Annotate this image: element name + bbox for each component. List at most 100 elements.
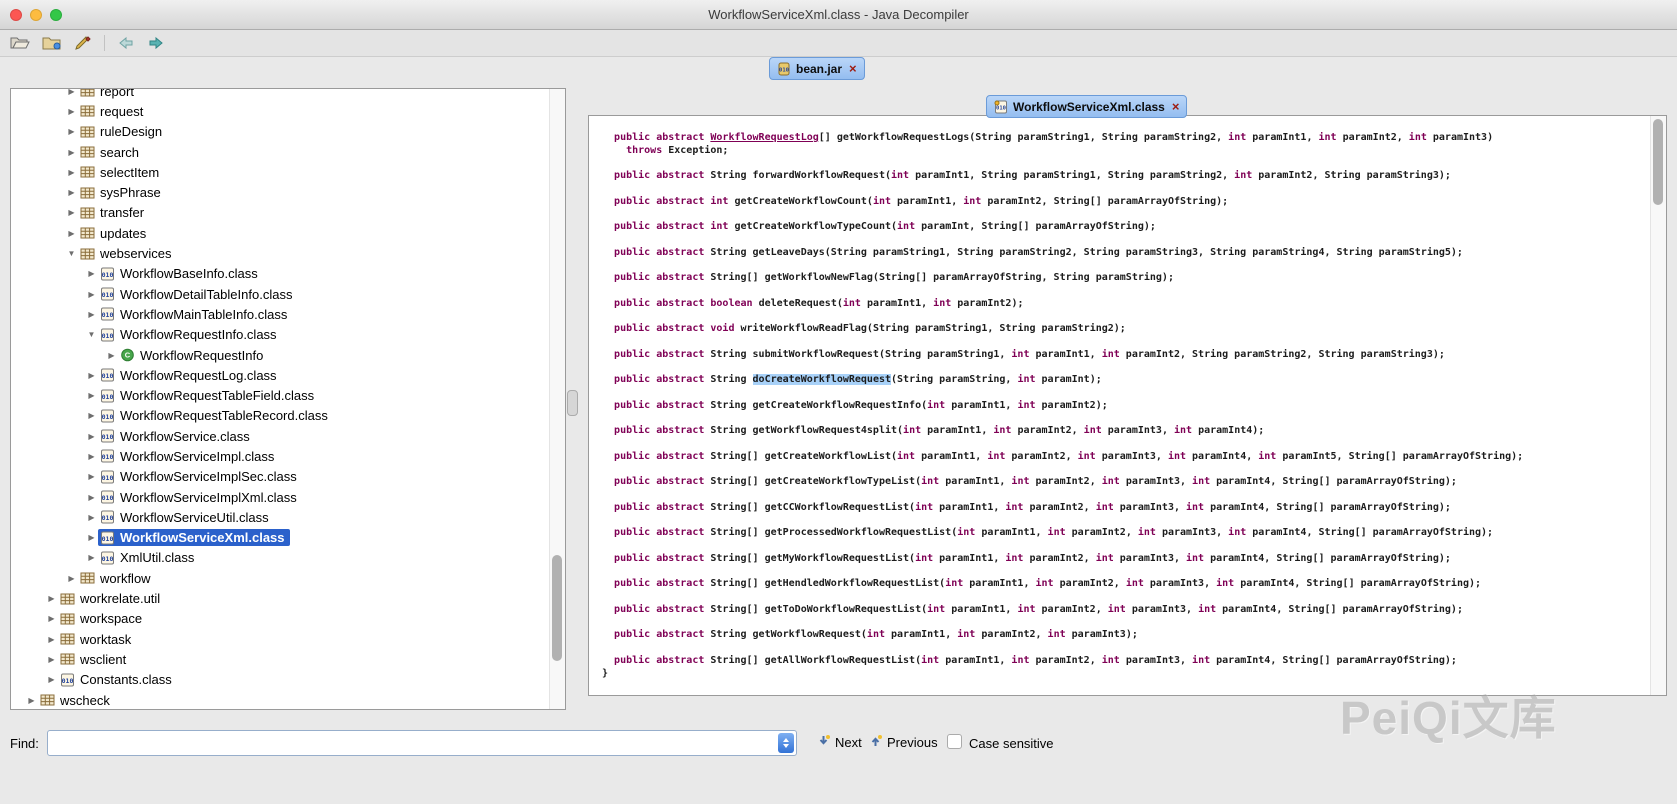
expand-arrow-icon[interactable]: ▶ xyxy=(45,675,58,684)
expand-arrow-icon[interactable]: ▶ xyxy=(85,533,98,542)
expand-arrow-icon[interactable]: ▶ xyxy=(85,371,98,380)
expand-arrow-icon[interactable]: ▶ xyxy=(65,574,78,583)
expand-arrow-icon[interactable]: ▶ xyxy=(45,594,58,603)
expand-arrow-icon[interactable]: ▶ xyxy=(65,229,78,238)
panel-splitter-handle[interactable] xyxy=(567,390,578,416)
tree-item-selectitem[interactable]: ▶selectItem xyxy=(11,162,565,182)
tree-item-workflowserviceimplsec-class[interactable]: ▶010WorkflowServiceImplSec.class xyxy=(11,467,565,487)
find-previous-button[interactable]: Previous xyxy=(869,734,938,751)
expand-arrow-icon[interactable]: ▶ xyxy=(65,107,78,116)
code-token: int xyxy=(1102,476,1120,487)
expand-arrow-icon[interactable]: ▶ xyxy=(85,452,98,461)
code-scrollbar-thumb[interactable] xyxy=(1653,119,1663,205)
open-type-icon[interactable] xyxy=(42,35,62,51)
expand-arrow-icon[interactable]: ▶ xyxy=(45,635,58,644)
expand-arrow-icon[interactable]: ▶ xyxy=(85,493,98,502)
find-history-stepper-icon[interactable] xyxy=(778,733,794,753)
expand-arrow-icon[interactable]: ▶ xyxy=(65,127,78,136)
expand-arrow-icon[interactable]: ▶ xyxy=(85,310,98,319)
tree-item-workflow[interactable]: ▶workflow xyxy=(11,568,565,588)
tree-item-workflowrequestinfo[interactable]: ▶CWorkflowRequestInfo xyxy=(11,345,565,365)
expand-arrow-icon[interactable]: ▶ xyxy=(105,351,118,360)
tree-item-workflowrequesttablefield-class[interactable]: ▶010WorkflowRequestTableField.class xyxy=(11,385,565,405)
code-line: public abstract String doCreateWorkflowR… xyxy=(602,374,1644,387)
expand-arrow-icon[interactable]: ▶ xyxy=(85,513,98,522)
tab-workflowservicexml-class[interactable]: 010 WorkflowServiceXml.class × xyxy=(986,95,1187,118)
expand-arrow-icon[interactable]: ▶ xyxy=(85,553,98,562)
code-token: int xyxy=(1096,502,1114,513)
tree-item-ruledesign[interactable]: ▶ruleDesign xyxy=(11,122,565,142)
classfile-icon: 010 xyxy=(100,551,115,565)
tree-item-search[interactable]: ▶ search xyxy=(11,142,565,162)
expand-arrow-icon[interactable]: ▶ xyxy=(65,148,78,157)
close-tab-icon[interactable]: × xyxy=(1172,99,1180,114)
find-input[interactable] xyxy=(52,732,768,756)
tree-item-label: search xyxy=(100,145,139,160)
expand-arrow-icon[interactable]: ▶ xyxy=(85,432,98,441)
expand-arrow-icon[interactable]: ▶ xyxy=(65,188,78,197)
collapse-arrow-icon[interactable]: ▼ xyxy=(65,249,78,258)
tree-scrollbar[interactable] xyxy=(549,89,565,709)
case-sensitive-checkbox[interactable] xyxy=(947,734,962,749)
tree-item-workflowbaseinfo-class[interactable]: ▶010WorkflowBaseInfo.class xyxy=(11,264,565,284)
tree-item-updates[interactable]: ▶updates xyxy=(11,223,565,243)
tree-item-workflowrequestinfo-class[interactable]: ▼010WorkflowRequestInfo.class xyxy=(11,325,565,345)
forward-icon[interactable] xyxy=(147,36,165,50)
tree-item-wscheck[interactable]: ▶wscheck xyxy=(11,690,565,710)
back-icon[interactable] xyxy=(117,36,135,50)
tree-item-request[interactable]: ▶request xyxy=(11,101,565,121)
expand-arrow-icon[interactable]: ▶ xyxy=(45,614,58,623)
tree-item-label: report xyxy=(100,88,134,99)
expand-arrow-icon[interactable]: ▶ xyxy=(45,655,58,664)
tree-item-report[interactable]: ▶ report xyxy=(11,88,565,101)
package-icon xyxy=(40,693,55,707)
tree-scrollbar-thumb[interactable] xyxy=(552,555,562,661)
tree-item-webservices[interactable]: ▼webservices xyxy=(11,243,565,263)
expand-arrow-icon[interactable]: ▶ xyxy=(65,88,78,96)
class-link[interactable]: WorkflowRequestLog xyxy=(710,132,818,143)
tree-item-workflowmaintableinfo-class[interactable]: ▶010WorkflowMainTableInfo.class xyxy=(11,304,565,324)
tree-item-workspace[interactable]: ▶ workspace xyxy=(11,609,565,629)
tree-item-workflowservicexml-class[interactable]: ▶010WorkflowServiceXml.class xyxy=(11,528,565,548)
minimize-window-button[interactable] xyxy=(30,9,42,21)
tree-item-workflowrequesttablerecord-class[interactable]: ▶010WorkflowRequestTableRecord.class xyxy=(11,406,565,426)
tree-item-xmlutil-class[interactable]: ▶010XmlUtil.class xyxy=(11,548,565,568)
search-highlight: doCreateWorkflowRequest xyxy=(753,374,891,385)
expand-arrow-icon[interactable]: ▶ xyxy=(65,168,78,177)
tree-item-workrelate-util[interactable]: ▶workrelate.util xyxy=(11,588,565,608)
expand-arrow-icon[interactable]: ▶ xyxy=(85,411,98,420)
search-icon[interactable] xyxy=(74,35,92,51)
tree-item-transfer[interactable]: ▶transfer xyxy=(11,203,565,223)
tab-bean-jar[interactable]: 010 bean.jar × xyxy=(769,57,865,80)
zoom-window-button[interactable] xyxy=(50,9,62,21)
expand-arrow-icon[interactable]: ▶ xyxy=(85,472,98,481)
close-window-button[interactable] xyxy=(10,9,22,21)
tree-item-wsclient[interactable]: ▶wsclient xyxy=(11,649,565,669)
tree-item-workflowserviceimpl-class[interactable]: ▶010WorkflowServiceImpl.class xyxy=(11,446,565,466)
tree-item-constants-class[interactable]: ▶010Constants.class xyxy=(11,670,565,690)
code-token: public abstract xyxy=(614,476,704,487)
expand-arrow-icon[interactable]: ▶ xyxy=(85,269,98,278)
tree-item-sysphrase[interactable]: ▶sysPhrase xyxy=(11,182,565,202)
expand-arrow-icon[interactable]: ▶ xyxy=(85,391,98,400)
code-token: String[] getCreateWorkflowTypeList( xyxy=(704,476,921,487)
expand-arrow-icon[interactable]: ▶ xyxy=(85,290,98,299)
code-scrollbar[interactable] xyxy=(1650,116,1666,695)
tree-item-worktask[interactable]: ▶worktask xyxy=(11,629,565,649)
expand-arrow-icon[interactable]: ▶ xyxy=(65,208,78,217)
open-file-icon[interactable] xyxy=(10,35,30,51)
expand-arrow-icon[interactable]: ▶ xyxy=(25,696,38,705)
tree-item-workflowrequestlog-class[interactable]: ▶010WorkflowRequestLog.class xyxy=(11,365,565,385)
svg-text:010: 010 xyxy=(102,332,114,340)
tree-item-workflowdetailtableinfo-class[interactable]: ▶010WorkflowDetailTableInfo.class xyxy=(11,284,565,304)
collapse-arrow-icon[interactable]: ▼ xyxy=(85,330,98,339)
tree-item-label: workspace xyxy=(80,611,142,626)
code-token: String[] getCCWorkflowRequestList( xyxy=(704,502,915,513)
find-next-button[interactable]: Next xyxy=(817,734,862,751)
tree-item-workflowserviceimplxml-class[interactable]: ▶010WorkflowServiceImplXml.class xyxy=(11,487,565,507)
code-token xyxy=(602,196,614,207)
tree-item-workflowservice-class[interactable]: ▶010WorkflowService.class xyxy=(11,426,565,446)
tree-item-workflowserviceutil-class[interactable]: ▶010WorkflowServiceUtil.class xyxy=(11,507,565,527)
close-tab-icon[interactable]: × xyxy=(849,61,857,76)
tree-item-label: Constants.class xyxy=(80,672,172,687)
